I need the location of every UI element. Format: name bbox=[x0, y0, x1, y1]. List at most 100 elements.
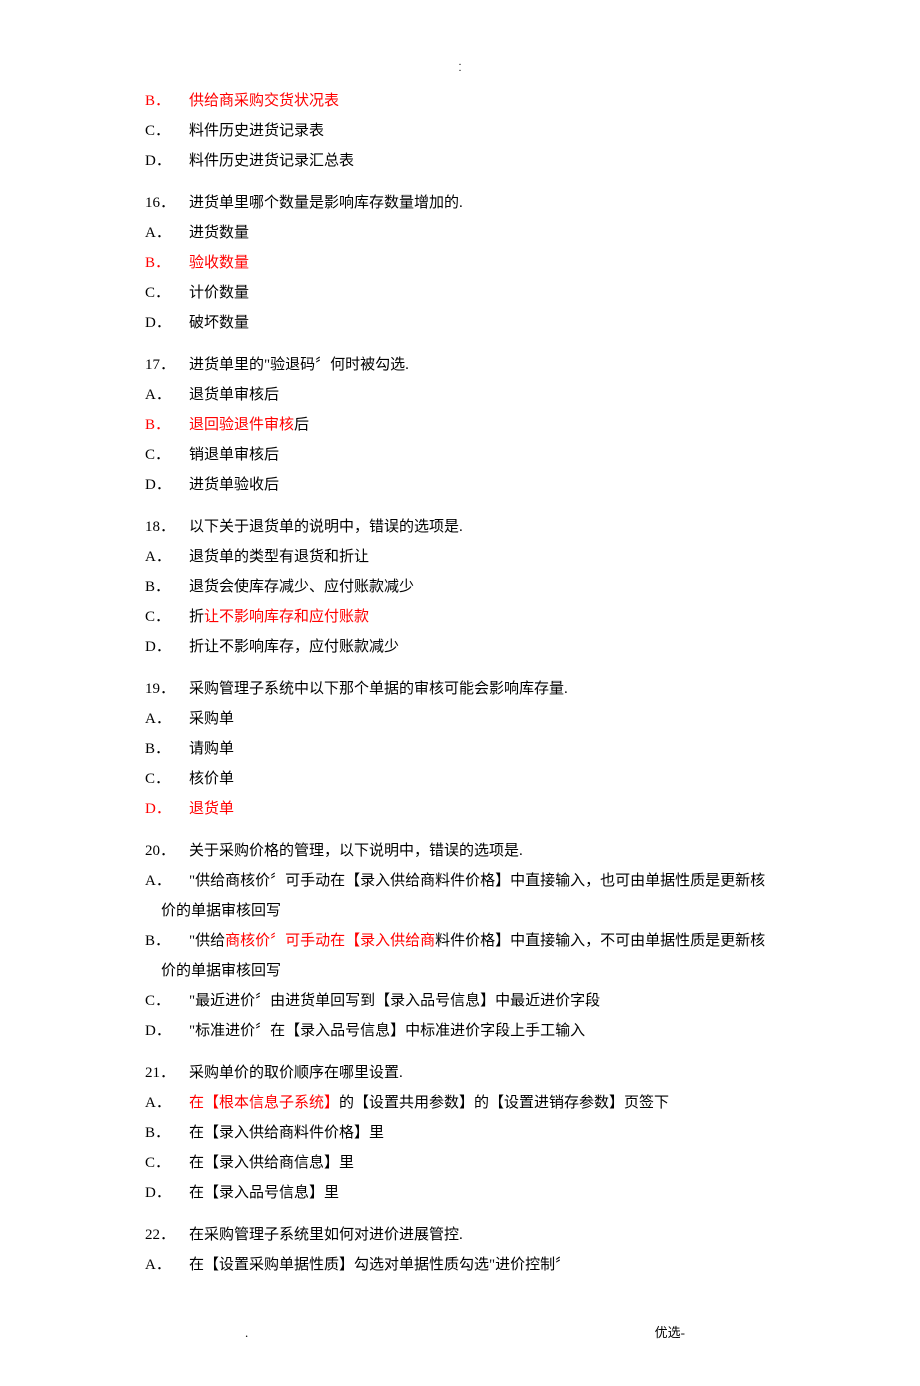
option-text: "供给商核价〞可手动在【录入供给商料件价格】中直接输入，也可由单据性质是更新核价… bbox=[161, 873, 765, 919]
header-dot: . bbox=[145, 66, 775, 72]
option-text: 供给商采购交货状况表 bbox=[189, 93, 339, 109]
option-text: 让不影响库存和应付账款 bbox=[204, 609, 369, 625]
question-17: 17．进货单里的"验退码〞何时被勾选. A．退货单审核后 B．退回验退件审核后 … bbox=[145, 350, 775, 500]
question-number: 17． bbox=[153, 350, 189, 380]
option-a: A．退货单审核后 bbox=[153, 380, 775, 410]
option-marker: C． bbox=[153, 1148, 189, 1178]
option-d: D．料件历史进货记录汇总表 bbox=[153, 146, 775, 176]
option-text: 验收数量 bbox=[189, 255, 249, 271]
option-text: 计价数量 bbox=[189, 285, 249, 301]
question-number: 19． bbox=[153, 674, 189, 704]
question-stem: 16．进货单里哪个数量是影响库存数量增加的. bbox=[153, 188, 775, 218]
question-text: 关于采购价格的管理，以下说明中，错误的选项是. bbox=[189, 843, 523, 859]
option-marker: D． bbox=[153, 308, 189, 338]
option-marker: A． bbox=[153, 704, 189, 734]
question-number: 20． bbox=[153, 836, 189, 866]
option-text: 退货单审核后 bbox=[189, 387, 279, 403]
option-a: A．退货单的类型有退货和折让 bbox=[153, 542, 775, 572]
footer-right: 优选- bbox=[655, 1320, 685, 1346]
option-marker: D． bbox=[153, 146, 189, 176]
question-number: 21． bbox=[153, 1058, 189, 1088]
option-text: "最近进价〞由进货单回写到【录入品号信息】中最近进价字段 bbox=[189, 993, 600, 1009]
option-d: D．"标准进价〞在【录入品号信息】中标准进价字段上手工输入 bbox=[153, 1016, 775, 1046]
option-b: B．退回验退件审核后 bbox=[153, 410, 775, 440]
question-stem: 21．采购单价的取价顺序在哪里设置. bbox=[153, 1058, 775, 1088]
option-marker: C． bbox=[153, 602, 189, 632]
option-b: B．"供给商核价〞可手动在【录入供给商料件价格】中直接输入，不可由单据性质是更新… bbox=[153, 926, 775, 986]
option-b: B．退货会使库存减少、应付账款减少 bbox=[153, 572, 775, 602]
option-c: C．"最近进价〞由进货单回写到【录入品号信息】中最近进价字段 bbox=[153, 986, 775, 1016]
option-text: 请购单 bbox=[189, 741, 234, 757]
option-c: C．计价数量 bbox=[153, 278, 775, 308]
option-text: 商核价〞可手动在【录入供给商 bbox=[225, 933, 435, 949]
question-21: 21．采购单价的取价顺序在哪里设置. A．在【根本信息子系统】的【设置共用参数】… bbox=[145, 1058, 775, 1208]
option-c: C．销退单审核后 bbox=[153, 440, 775, 470]
question-orphan: B．供给商采购交货状况表 C．料件历史进货记录表 D．料件历史进货记录汇总表 bbox=[145, 86, 775, 176]
question-number: 22． bbox=[153, 1220, 189, 1250]
option-b: B．在【录入供给商料件价格】里 bbox=[153, 1118, 775, 1148]
question-20: 20．关于采购价格的管理，以下说明中，错误的选项是. A．"供给商核价〞可手动在… bbox=[145, 836, 775, 1046]
option-text: 进货数量 bbox=[189, 225, 249, 241]
option-text: 退货会使库存减少、应付账款减少 bbox=[189, 579, 414, 595]
footer: . 优选- bbox=[145, 1320, 775, 1346]
option-a: A．进货数量 bbox=[153, 218, 775, 248]
option-marker: D． bbox=[153, 1016, 189, 1046]
question-16: 16．进货单里哪个数量是影响库存数量增加的. A．进货数量 B．验收数量 C．计… bbox=[145, 188, 775, 338]
option-text: 折让不影响库存，应付账款减少 bbox=[189, 639, 399, 655]
option-b: B．请购单 bbox=[153, 734, 775, 764]
option-c: C．核价单 bbox=[153, 764, 775, 794]
option-text: 退货单 bbox=[189, 801, 234, 817]
question-text: 以下关于退货单的说明中，错误的选项是. bbox=[189, 519, 463, 535]
question-stem: 20．关于采购价格的管理，以下说明中，错误的选项是. bbox=[153, 836, 775, 866]
option-text: "标准进价〞在【录入品号信息】中标准进价字段上手工输入 bbox=[189, 1023, 585, 1039]
option-text: 在【录入供给商料件价格】里 bbox=[189, 1125, 384, 1141]
question-number: 16． bbox=[153, 188, 189, 218]
option-text: 采购单 bbox=[189, 711, 234, 727]
option-d: D．在【录入品号信息】里 bbox=[153, 1178, 775, 1208]
option-text: 核价单 bbox=[189, 771, 234, 787]
footer-left: . bbox=[245, 1320, 248, 1346]
question-stem: 19．采购管理子系统中以下那个单据的审核可能会影响库存量. bbox=[153, 674, 775, 704]
option-text: 在【设置采购单据性质】勾选对单据性质勾选"进价控制〞 bbox=[189, 1257, 570, 1273]
option-marker: D． bbox=[153, 1178, 189, 1208]
option-marker: C． bbox=[153, 440, 189, 470]
option-c: C．在【录入供给商信息】里 bbox=[153, 1148, 775, 1178]
option-text: "供给 bbox=[189, 933, 225, 949]
option-marker: A． bbox=[153, 218, 189, 248]
option-marker: A． bbox=[153, 542, 189, 572]
option-marker: C． bbox=[153, 764, 189, 794]
option-text: 的【设置共用参数】的【设置进销存参数】页签下 bbox=[339, 1095, 669, 1111]
option-text: 在【录入供给商信息】里 bbox=[189, 1155, 354, 1171]
option-marker: D． bbox=[153, 470, 189, 500]
option-c: C．折让不影响库存和应付账款 bbox=[153, 602, 775, 632]
question-stem: 17．进货单里的"验退码〞何时被勾选. bbox=[153, 350, 775, 380]
option-b: B．供给商采购交货状况表 bbox=[153, 86, 775, 116]
question-text: 在采购管理子系统里如何对进价进展管控. bbox=[189, 1227, 463, 1243]
option-marker: D． bbox=[153, 632, 189, 662]
question-number: 18． bbox=[153, 512, 189, 542]
question-stem: 22．在采购管理子系统里如何对进价进展管控. bbox=[153, 1220, 775, 1250]
option-text: 退回验退件审核 bbox=[189, 417, 294, 433]
question-text: 采购单价的取价顺序在哪里设置. bbox=[189, 1065, 403, 1081]
option-text: 在【根本信息子系统】 bbox=[189, 1095, 339, 1111]
option-marker: A． bbox=[153, 866, 189, 896]
option-a: A．在【设置采购单据性质】勾选对单据性质勾选"进价控制〞 bbox=[153, 1250, 775, 1280]
option-text: 在【录入品号信息】里 bbox=[189, 1185, 339, 1201]
option-d: D．折让不影响库存，应付账款减少 bbox=[153, 632, 775, 662]
option-text: 销退单审核后 bbox=[189, 447, 279, 463]
question-18: 18．以下关于退货单的说明中，错误的选项是. A．退货单的类型有退货和折让 B．… bbox=[145, 512, 775, 662]
question-19: 19．采购管理子系统中以下那个单据的审核可能会影响库存量. A．采购单 B．请购… bbox=[145, 674, 775, 824]
option-marker: D． bbox=[153, 794, 189, 824]
option-text: 进货单验收后 bbox=[189, 477, 279, 493]
option-text: 退货单的类型有退货和折让 bbox=[189, 549, 369, 565]
option-text: 折 bbox=[189, 609, 204, 625]
header-dots: . . bbox=[145, 60, 775, 72]
option-marker: B． bbox=[153, 572, 189, 602]
option-text: 后 bbox=[294, 417, 309, 433]
option-marker: B． bbox=[153, 86, 189, 116]
question-text: 进货单里的"验退码〞何时被勾选. bbox=[189, 357, 409, 373]
option-marker: B． bbox=[153, 1118, 189, 1148]
option-d: D．退货单 bbox=[153, 794, 775, 824]
option-c: C．料件历史进货记录表 bbox=[153, 116, 775, 146]
option-marker: A． bbox=[153, 1250, 189, 1280]
